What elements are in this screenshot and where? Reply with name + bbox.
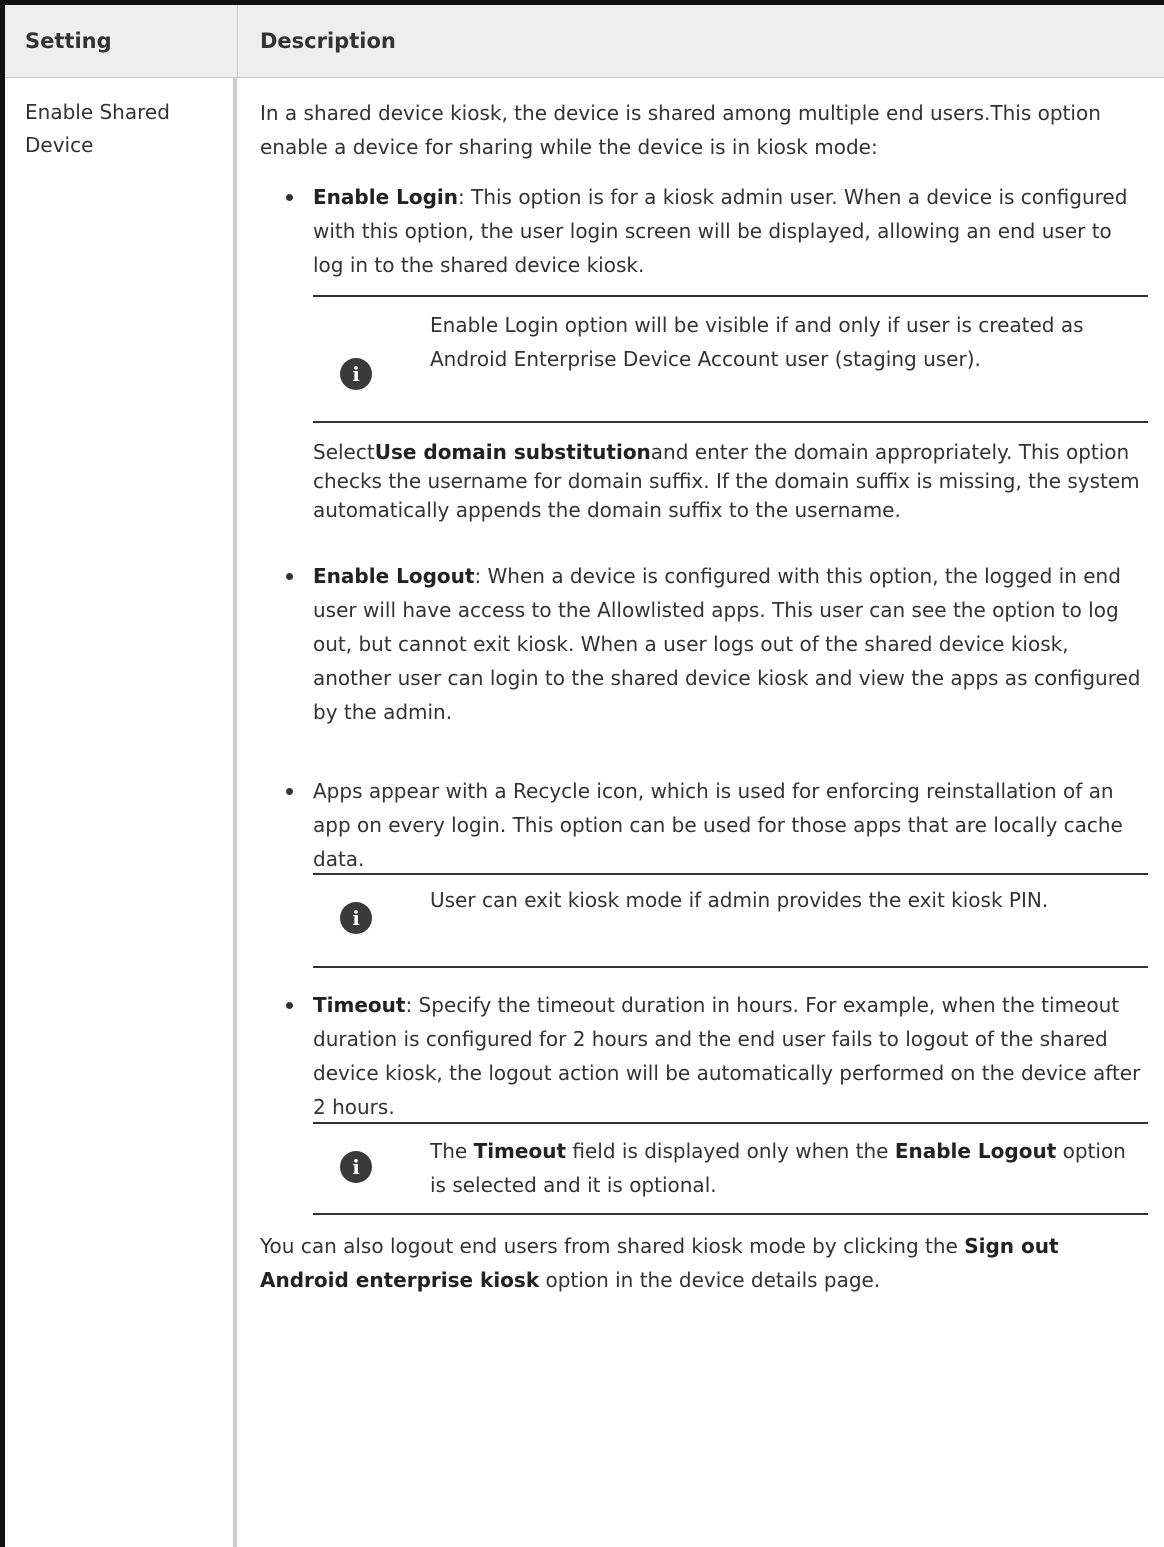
enable-logout-text: : When a device is configured with this … — [313, 564, 1141, 724]
table-header: Setting Description — [5, 5, 1164, 78]
note-timeout: The Timeout field is displayed only when… — [430, 1134, 1140, 1202]
note-rule-bottom — [313, 421, 1148, 423]
domain-substitution-paragraph: SelectUse domain substitutionand enter t… — [313, 438, 1148, 525]
note-rule-top — [313, 1122, 1148, 1124]
term-timeout: Timeout — [313, 993, 406, 1017]
bullet-dot — [286, 194, 293, 201]
term-enable-logout: Enable Logout — [313, 564, 475, 588]
list-item-timeout: Timeout: Specify the timeout duration in… — [313, 988, 1148, 1124]
setting-name: Enable Shared Device — [25, 100, 170, 157]
bullet-dot — [286, 1002, 293, 1009]
note-term-enable-logout: Enable Logout — [894, 1139, 1057, 1163]
info-icon: i — [340, 358, 372, 390]
note-exit-kiosk: User can exit kiosk mode if admin provid… — [430, 888, 1049, 912]
note-timeout-mid: field is displayed only when the — [566, 1139, 895, 1163]
info-icon: i — [340, 902, 372, 934]
bullet-dot — [286, 788, 293, 795]
note-rule-top — [313, 295, 1148, 297]
note-timeout-pre: The — [430, 1139, 474, 1163]
note-enable-login: Enable Login option will be visible if a… — [430, 313, 1084, 371]
term-use-domain-substitution: Use domain substitution — [374, 440, 651, 464]
signout-paragraph: You can also logout end users from share… — [260, 1229, 1140, 1297]
term-enable-login: Enable Login — [313, 185, 458, 209]
info-icon: i — [340, 1151, 372, 1183]
list-item-enable-logout: Enable Logout: When a device is configur… — [313, 559, 1148, 729]
note-rule-bottom — [313, 966, 1148, 968]
intro-paragraph: In a shared device kiosk, the device is … — [260, 101, 1101, 159]
header-description: Description — [260, 29, 396, 53]
list-item-recycle: Apps appear with a Recycle icon, which i… — [313, 779, 1123, 871]
column-divider — [233, 78, 237, 1547]
signout-pre: You can also logout end users from share… — [260, 1234, 965, 1258]
note-rule-bottom — [313, 1213, 1148, 1215]
list-item-enable-login: Enable Login: This option is for a kiosk… — [313, 180, 1148, 282]
domain-prefix: Select — [313, 440, 375, 464]
note-rule-top — [313, 873, 1148, 875]
header-setting: Setting — [25, 29, 112, 53]
bullet-dot — [286, 573, 293, 580]
timeout-text: : Specify the timeout duration in hours.… — [313, 993, 1141, 1119]
signout-post: option in the device details page. — [539, 1268, 881, 1292]
header-column-divider — [237, 5, 238, 77]
note-term-timeout: Timeout — [473, 1139, 567, 1163]
